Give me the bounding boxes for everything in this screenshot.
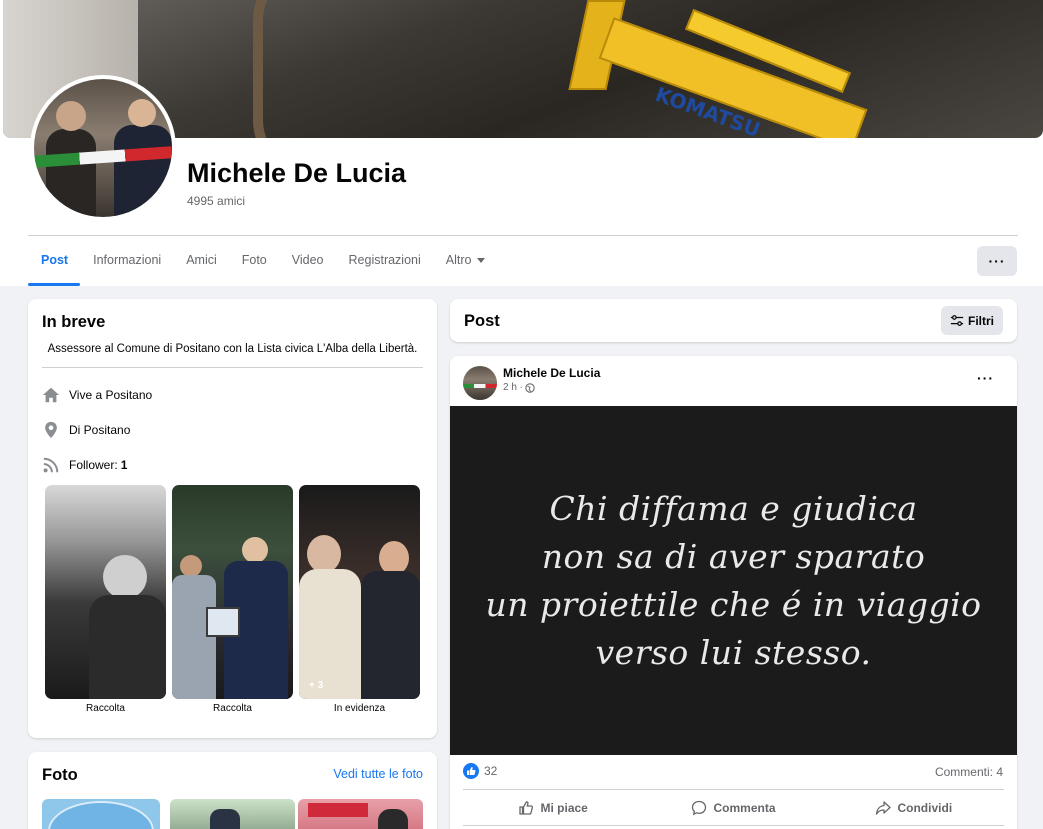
filters-button[interactable]: Filtri [941,306,1003,335]
profile-name: Michele De Lucia [187,158,407,188]
post-author-avatar[interactable] [463,366,497,400]
comment-label: Commenta [713,801,776,815]
actions-divider [463,789,1004,790]
home-icon [42,387,60,403]
profile-picture[interactable] [30,75,176,221]
comments-count[interactable]: Commenti: 4 [935,765,1003,779]
info-from: Di Positano [42,420,130,440]
share-arrow-icon [876,801,892,815]
location-pin-icon [45,421,57,439]
post-card: Michele De Lucia 2 h · ··· Chi diffama e… [450,356,1017,829]
post-meta: 2 h · [503,382,535,393]
profile-tabs: Post Informazioni Amici Foto Video Regis… [28,246,497,286]
see-all-photos-link[interactable]: Vedi tutte le foto [333,767,423,781]
like-reaction-icon [463,763,479,779]
info-from-text: Di Positano [69,423,131,437]
likes-count: 32 [484,764,498,778]
info-lives-text: Vive a Positano [69,388,153,402]
like-label: Mi piace [540,801,588,815]
photo-thumb-3[interactable] [298,799,423,829]
tab-amici[interactable]: Amici [173,246,229,275]
post-quote-text: Chi diffama e giudica non sa di aver spa… [485,488,982,672]
info-followers[interactable]: Follower: 1 [42,455,127,475]
featured-label-3: In evidenza [333,703,386,714]
featured-collection-1[interactable] [45,485,166,699]
post-options-button[interactable]: ··· [977,370,994,386]
globe-icon [525,382,535,393]
posts-title: Post [464,312,500,330]
tab-altro[interactable]: Altro [433,246,498,275]
friends-count[interactable]: 4995 amici [187,194,245,208]
photos-title: Foto [42,766,78,784]
featured-collection-2[interactable] [172,485,293,699]
featured-label-2: Raccolta [213,703,252,714]
share-label: Condividi [897,801,953,815]
sliders-icon [950,314,964,326]
tab-foto[interactable]: Foto [229,246,279,275]
tab-video[interactable]: Video [279,246,336,275]
photos-card: Foto Vedi tutte le foto [28,752,437,829]
tab-informazioni[interactable]: Informazioni [80,246,173,275]
thumbs-up-icon [519,801,534,815]
more-options-button[interactable]: ··· [977,246,1017,276]
intro-title: In breve [42,313,106,331]
featured-highlights[interactable]: + 3 [299,485,420,699]
post-actions: Mi piace Commenta Condividi [463,792,1004,824]
like-button[interactable]: Mi piace [463,792,643,824]
photo-thumb-1[interactable] [42,799,160,829]
featured-more-count: + 3 [309,680,324,691]
info-lives: Vive a Positano [42,385,152,405]
tab-altro-label: Altro [445,253,472,267]
featured-label-1: Raccolta [86,703,125,714]
actions-divider-bottom [463,825,1004,826]
post-image[interactable]: Chi diffama e giudica non sa di aver spa… [450,406,1017,755]
comment-bubble-icon [692,800,707,816]
tab-post[interactable]: Post [28,246,81,286]
header-divider [28,235,1018,236]
intro-bio: Assessore al Comune di Positano con la L… [47,343,418,355]
post-author-name[interactable]: Michele De Lucia [503,366,600,380]
post-time[interactable]: 2 h · [503,382,523,393]
caret-down-icon [477,258,486,264]
photo-thumb-2[interactable] [170,799,295,829]
comment-button[interactable]: Commenta [643,792,823,824]
share-button[interactable]: Condividi [824,792,1004,824]
rss-followers-icon [43,457,59,473]
followers-label: Follower: [69,458,118,472]
intro-card: In breve Assessore al Comune di Positano… [28,299,437,738]
posts-header-card: Post Filtri [450,299,1017,342]
reactions-summary[interactable]: 32 [463,763,497,779]
followers-count: 1 [120,458,128,472]
filters-label: Filtri [968,313,994,328]
tab-registrazioni[interactable]: Registrazioni [336,246,433,275]
intro-divider [42,367,423,368]
